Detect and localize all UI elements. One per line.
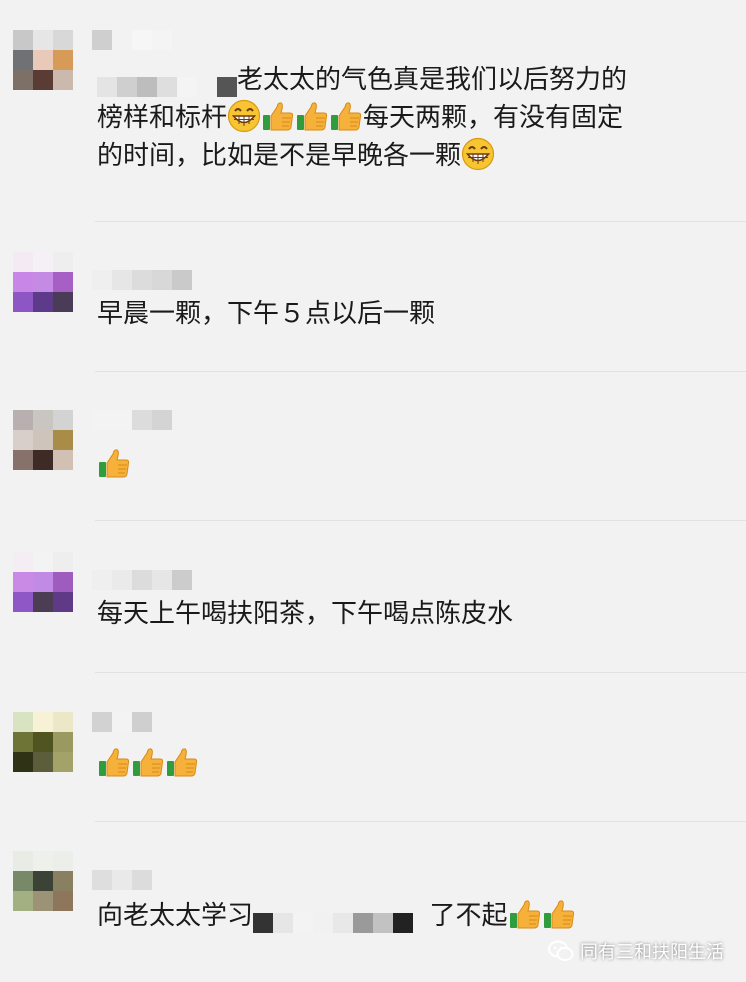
avatar-pixel — [13, 70, 33, 90]
watermark: 同有三和扶阳生活 — [548, 938, 724, 964]
avatar-pixel — [13, 732, 33, 752]
avatar-pixel — [53, 450, 73, 470]
avatar-pixel — [33, 552, 53, 572]
avatar-pixel — [13, 712, 33, 732]
avatar-pixel — [13, 50, 33, 70]
avatar-pixel — [33, 272, 53, 292]
wechat-channel-icon — [548, 940, 574, 961]
avatar-pixel — [13, 410, 33, 430]
grinning-face-icon — [461, 137, 495, 171]
avatar-pixel — [33, 851, 53, 871]
avatar[interactable] — [13, 252, 73, 312]
avatar[interactable] — [13, 410, 73, 470]
comment-text-line: 每天两颗，有没有固定 — [363, 103, 624, 133]
avatar-pixel — [13, 252, 33, 272]
avatar-pixel — [33, 30, 53, 50]
avatar-pixel — [13, 292, 33, 312]
divider — [95, 821, 746, 822]
avatar-pixel — [13, 572, 33, 592]
thumbs-up-icon — [261, 99, 295, 133]
avatar-pixel — [33, 712, 53, 732]
avatar-pixel — [53, 712, 73, 732]
avatar-pixel — [13, 272, 33, 292]
avatar-pixel — [53, 851, 73, 871]
comment-text-line: 老太太的气色真是我们以后努力的 — [237, 65, 628, 95]
avatar-pixel — [53, 732, 73, 752]
divider — [95, 221, 746, 222]
avatar-pixel — [53, 30, 73, 50]
comment-text-line: 榜样和标杆 — [97, 103, 228, 133]
thumbs-up-icon — [97, 745, 131, 779]
avatar-pixel — [13, 871, 33, 891]
grinning-face-icon — [227, 99, 261, 133]
avatar-pixel — [13, 30, 33, 50]
avatar[interactable] — [13, 30, 73, 90]
avatar-pixel — [33, 592, 53, 612]
comment-text — [97, 745, 716, 783]
avatar[interactable] — [13, 851, 73, 911]
username-mosaic[interactable] — [92, 30, 172, 50]
avatar-pixel — [33, 572, 53, 592]
avatar-pixel — [33, 871, 53, 891]
thumbs-up-icon — [508, 897, 542, 931]
avatar-pixel — [13, 851, 33, 871]
avatar-pixel — [53, 70, 73, 90]
avatar-pixel — [53, 430, 73, 450]
avatar-pixel — [53, 272, 73, 292]
comment-text: 早晨一颗，下午５点以后一颗 — [97, 299, 436, 329]
avatar-pixel — [33, 410, 53, 430]
avatar-pixel — [33, 891, 53, 911]
divider — [95, 520, 746, 521]
avatar-pixel — [53, 50, 73, 70]
avatar-pixel — [53, 292, 73, 312]
comment-text-line: 了不起 — [429, 901, 508, 931]
thumbs-up-icon — [165, 745, 199, 779]
comment-text: 老太太的气色真是我们以后努力的 榜样和标杆 每天两颗，有没有固定 的时间，比如是不… — [97, 62, 716, 175]
avatar-pixel — [33, 70, 53, 90]
username-mosaic[interactable] — [92, 712, 152, 732]
avatar-pixel — [53, 410, 73, 430]
avatar-pixel — [53, 592, 73, 612]
comment-text: 向老太太学习 了不起 — [97, 897, 716, 935]
avatar-pixel — [33, 732, 53, 752]
avatar-pixel — [13, 430, 33, 450]
username-mosaic[interactable] — [92, 870, 152, 890]
mention-mosaic — [97, 71, 237, 97]
username-mosaic[interactable] — [92, 410, 172, 430]
avatar-pixel — [53, 871, 73, 891]
avatar-pixel — [13, 552, 33, 572]
avatar-pixel — [53, 552, 73, 572]
divider — [95, 371, 746, 372]
avatar-pixel — [33, 430, 53, 450]
comment-text — [97, 446, 716, 484]
mention-mosaic — [253, 907, 414, 933]
avatar-pixel — [13, 450, 33, 470]
thumbs-up-icon — [97, 446, 131, 480]
avatar-pixel — [33, 292, 53, 312]
thumbs-up-icon — [295, 99, 329, 133]
comment-text: 每天上午喝扶阳茶，下午喝点陈皮水 — [97, 599, 514, 629]
avatar-pixel — [53, 572, 73, 592]
comment-text-line: 向老太太学习 — [97, 901, 254, 931]
avatar-pixel — [53, 252, 73, 272]
avatar-pixel — [33, 752, 53, 772]
avatar-pixel — [33, 50, 53, 70]
avatar-pixel — [33, 450, 53, 470]
avatar-pixel — [13, 592, 33, 612]
thumbs-up-icon — [329, 99, 363, 133]
avatar-pixel — [53, 752, 73, 772]
avatar-pixel — [13, 891, 33, 911]
username-mosaic[interactable] — [92, 570, 192, 590]
username-mosaic[interactable] — [92, 270, 192, 290]
thumbs-up-icon — [542, 897, 576, 931]
divider — [95, 672, 746, 673]
comment-text-line: 的时间，比如是不是早晚各一颗 — [97, 141, 462, 171]
avatar-pixel — [13, 752, 33, 772]
avatar-pixel — [33, 252, 53, 272]
avatar[interactable] — [13, 552, 73, 612]
watermark-text: 同有三和扶阳生活 — [580, 942, 724, 963]
avatar[interactable] — [13, 712, 73, 772]
thumbs-up-icon — [131, 745, 165, 779]
avatar-pixel — [53, 891, 73, 911]
